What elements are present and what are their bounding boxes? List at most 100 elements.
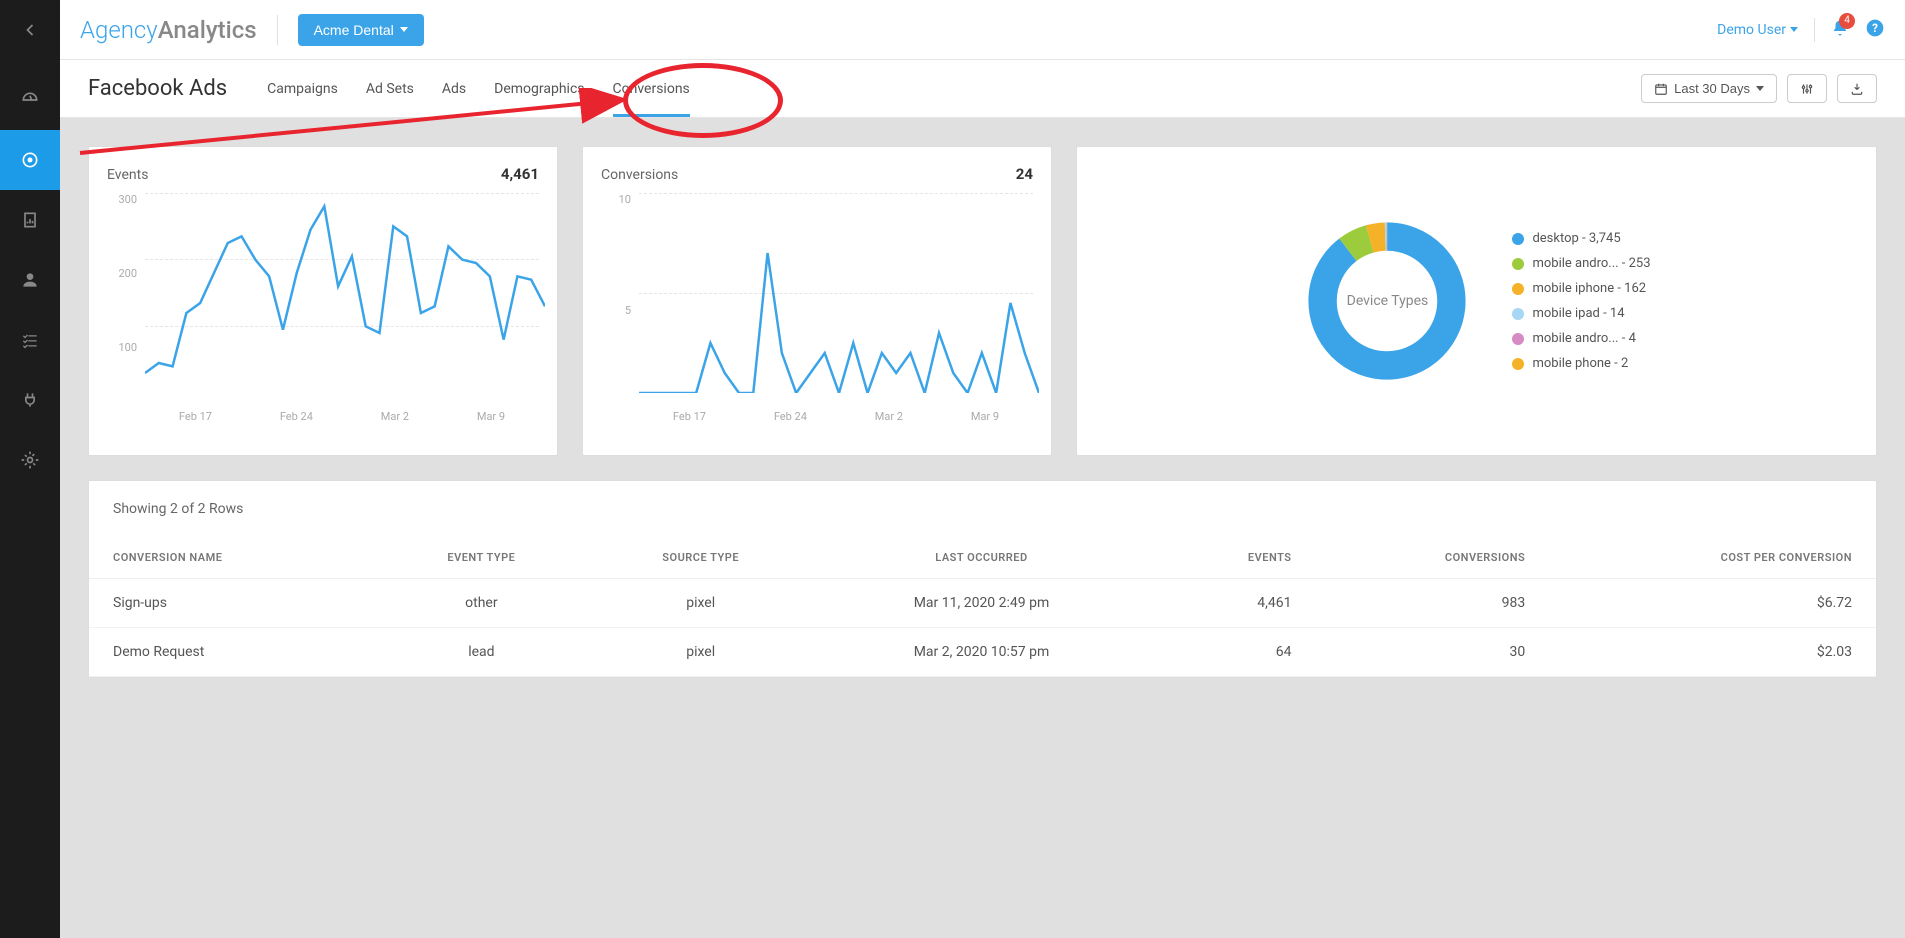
cell-event-type: lead bbox=[376, 628, 587, 677]
client-selector-label: Acme Dental bbox=[314, 22, 394, 38]
sidebar-target-icon[interactable] bbox=[0, 130, 60, 190]
conversions-table: CONVERSION NAME EVENT TYPE SOURCE TYPE L… bbox=[89, 537, 1876, 677]
legend-dot bbox=[1512, 258, 1524, 270]
cell-name: Demo Request bbox=[89, 628, 376, 677]
events-line bbox=[145, 193, 545, 393]
cards-row: Events 4,461 300 200 100 bbox=[88, 146, 1877, 456]
tab-demographics[interactable]: Demographics bbox=[494, 60, 584, 117]
legend-label: mobile ipad - 14 bbox=[1532, 306, 1624, 321]
sidebar-checklist-icon[interactable] bbox=[0, 310, 60, 370]
notifications-button[interactable]: 4 bbox=[1831, 19, 1849, 41]
svg-text:?: ? bbox=[1872, 21, 1878, 35]
legend-label: mobile andro... - 253 bbox=[1532, 256, 1650, 271]
legend-label: mobile iphone - 162 bbox=[1532, 281, 1646, 296]
table-row[interactable]: Demo RequestleadpixelMar 2, 2020 10:57 p… bbox=[89, 628, 1876, 677]
tab-conversions[interactable]: Conversions bbox=[613, 60, 690, 117]
cell-conversions: 30 bbox=[1315, 628, 1549, 677]
device-legend: desktop - 3,745 mobile andro... - 253 mobi… bbox=[1512, 231, 1650, 371]
legend-label: mobile phone - 2 bbox=[1532, 356, 1628, 371]
main: AgencyAnalytics Acme Dental Demo User 4 … bbox=[60, 0, 1905, 938]
notification-badge: 4 bbox=[1839, 13, 1855, 29]
col-conversion-name[interactable]: CONVERSION NAME bbox=[89, 537, 376, 579]
x-tick: Feb 17 bbox=[179, 410, 212, 423]
y-tick: 200 bbox=[107, 267, 137, 280]
legend-item: mobile andro... - 253 bbox=[1512, 256, 1650, 271]
legend-label: desktop - 3,745 bbox=[1532, 231, 1620, 246]
date-range-label: Last 30 Days bbox=[1674, 81, 1750, 96]
cell-event-type: other bbox=[376, 579, 587, 628]
col-conversions[interactable]: CONVERSIONS bbox=[1315, 537, 1549, 579]
sidebar bbox=[0, 0, 60, 938]
donut-center-label: Device Types bbox=[1347, 293, 1429, 309]
x-tick: Mar 9 bbox=[971, 410, 999, 423]
events-chart: 300 200 100 Feb 17 Fe bbox=[107, 193, 539, 423]
legend-dot bbox=[1512, 308, 1524, 320]
caret-down-icon bbox=[1756, 86, 1764, 91]
sidebar-gear-icon[interactable] bbox=[0, 430, 60, 490]
col-events[interactable]: EVENTS bbox=[1149, 537, 1316, 579]
x-tick: Feb 17 bbox=[673, 410, 706, 423]
tab-ad-sets[interactable]: Ad Sets bbox=[366, 60, 414, 117]
legend-item: mobile andro... - 4 bbox=[1512, 331, 1650, 346]
legend-item: mobile iphone - 162 bbox=[1512, 281, 1650, 296]
sidebar-user-icon[interactable] bbox=[0, 250, 60, 310]
col-cost[interactable]: COST PER CONVERSION bbox=[1549, 537, 1876, 579]
tabs: Campaigns Ad Sets Ads Demographics Conve… bbox=[267, 60, 690, 117]
cell-cost: $2.03 bbox=[1549, 628, 1876, 677]
download-button[interactable] bbox=[1837, 74, 1877, 103]
logo-part2: Analytics bbox=[158, 16, 257, 44]
page-title: Facebook Ads bbox=[88, 76, 227, 101]
cell-name: Sign-ups bbox=[89, 579, 376, 628]
device-types-card: Device Types desktop - 3,745 mobile andro… bbox=[1076, 146, 1877, 456]
divider bbox=[277, 15, 278, 45]
cell-last-occurred: Mar 11, 2020 2:49 pm bbox=[814, 579, 1148, 628]
cell-cost: $6.72 bbox=[1549, 579, 1876, 628]
events-card: Events 4,461 300 200 100 bbox=[88, 146, 558, 456]
cell-source-type: pixel bbox=[587, 579, 814, 628]
legend-dot bbox=[1512, 283, 1524, 295]
legend-dot bbox=[1512, 358, 1524, 370]
date-range-button[interactable]: Last 30 Days bbox=[1641, 74, 1777, 103]
sidebar-plug-icon[interactable] bbox=[0, 370, 60, 430]
logo[interactable]: AgencyAnalytics bbox=[80, 16, 257, 44]
events-value: 4,461 bbox=[501, 165, 539, 183]
legend-item: mobile phone - 2 bbox=[1512, 356, 1650, 371]
subheader: Facebook Ads Campaigns Ad Sets Ads Demog… bbox=[60, 60, 1905, 118]
divider bbox=[1814, 18, 1815, 42]
client-selector-button[interactable]: Acme Dental bbox=[298, 14, 424, 46]
legend-item: mobile ipad - 14 bbox=[1512, 306, 1650, 321]
user-name: Demo User bbox=[1717, 22, 1786, 38]
tab-campaigns[interactable]: Campaigns bbox=[267, 60, 338, 117]
content: Events 4,461 300 200 100 bbox=[60, 118, 1905, 706]
col-source-type[interactable]: SOURCE TYPE bbox=[587, 537, 814, 579]
sidebar-back-icon[interactable] bbox=[0, 0, 60, 60]
tab-ads[interactable]: Ads bbox=[442, 60, 466, 117]
sidebar-report-icon[interactable] bbox=[0, 190, 60, 250]
legend-label: mobile andro... - 4 bbox=[1532, 331, 1635, 346]
legend-item: desktop - 3,745 bbox=[1512, 231, 1650, 246]
conversions-chart: 10 5 Feb 17 Feb 24 Ma bbox=[601, 193, 1033, 423]
legend-dot bbox=[1512, 333, 1524, 345]
y-tick: 5 bbox=[601, 304, 631, 317]
cell-conversions: 983 bbox=[1315, 579, 1549, 628]
help-icon[interactable]: ? bbox=[1865, 18, 1885, 42]
sidebar-dashboard-icon[interactable] bbox=[0, 70, 60, 130]
caret-down-icon bbox=[400, 27, 408, 32]
cell-last-occurred: Mar 2, 2020 10:57 pm bbox=[814, 628, 1148, 677]
conversions-value: 24 bbox=[1016, 165, 1033, 183]
logo-part1: Agency bbox=[80, 16, 158, 44]
col-last-occurred[interactable]: LAST OCCURRED bbox=[814, 537, 1148, 579]
legend-dot bbox=[1512, 233, 1524, 245]
table-row[interactable]: Sign-upsotherpixelMar 11, 2020 2:49 pm4,… bbox=[89, 579, 1876, 628]
col-event-type[interactable]: EVENT TYPE bbox=[376, 537, 587, 579]
donut-chart: Device Types bbox=[1302, 216, 1472, 386]
user-menu[interactable]: Demo User bbox=[1717, 22, 1798, 38]
x-tick: Mar 2 bbox=[381, 410, 409, 423]
y-tick: 300 bbox=[107, 193, 137, 206]
y-tick: 100 bbox=[107, 341, 137, 354]
caret-down-icon bbox=[1790, 27, 1798, 32]
x-tick: Mar 9 bbox=[477, 410, 505, 423]
settings-button[interactable] bbox=[1787, 74, 1827, 103]
conversions-line bbox=[639, 193, 1039, 393]
table-caption: Showing 2 of 2 Rows bbox=[89, 481, 1876, 537]
